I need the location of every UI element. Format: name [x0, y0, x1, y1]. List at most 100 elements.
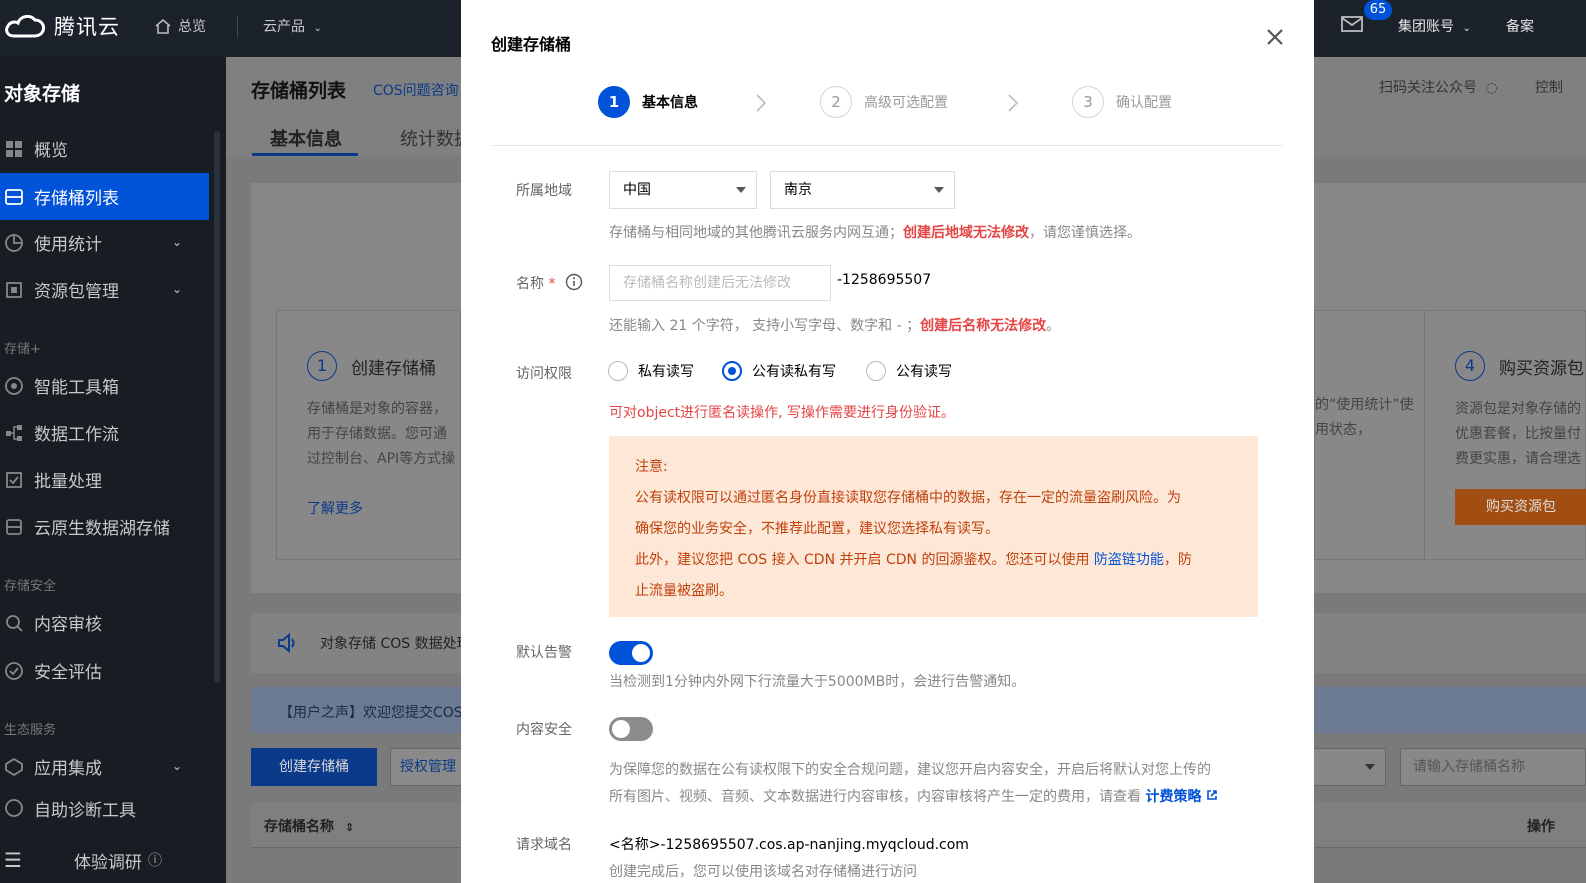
qr-follow-link[interactable]: 扫码关注公众号 ◌ — [1379, 77, 1498, 97]
integration-icon — [5, 757, 23, 776]
warning-line: 公有读权限可以通过匿名身份直接读取您存储桶中的数据，存在一定的流量盗刷风险。为 — [635, 490, 1181, 506]
storage-icon — [6, 518, 22, 535]
wechat-icon: ◌ — [1485, 80, 1498, 96]
survey-label[interactable]: 体验调研 — [74, 848, 142, 873]
chevron-down-icon: ⌄ — [313, 23, 322, 34]
column-header-operation: 操作 — [1527, 819, 1555, 835]
sidebar-item-diagnostics[interactable]: 自助诊断工具 — [0, 790, 209, 826]
radio-circle-checked — [722, 361, 742, 381]
account-menu[interactable]: 集团账号 ⌄ — [1398, 16, 1471, 36]
sidebar-item-usage-stats[interactable]: 使用统计 ⌄ — [0, 219, 209, 266]
learn-more-link[interactable]: 了解更多 — [307, 498, 363, 518]
region-hint-warning: 创建后地域无法修改 — [903, 225, 1029, 241]
name-label: 名称 * — [516, 273, 555, 293]
region-hint-suffix: ，请您谨慎选择。 — [1029, 225, 1141, 241]
guide-step-buy: 4 购买资源包 资源包是对象存储的优惠套餐，比按量付费更实惠，请合理选购。 购买… — [1424, 310, 1586, 560]
info-icon[interactable] — [565, 273, 583, 291]
sidebar-group-storage-plus: 存储+ — [4, 342, 41, 357]
sidebar-item-data-workflow[interactable]: 数据工作流 — [0, 409, 209, 456]
access-red-hint: 可对object进行匿名读操作, 写操作需要进行身份验证。 — [609, 405, 956, 421]
sidebar-item-batch[interactable]: 批量处理 — [0, 456, 209, 503]
radio-private-rw[interactable]: 私有读写 — [608, 361, 694, 381]
sidebar-item-security-assessment[interactable]: 安全评估 — [0, 647, 209, 694]
warning-line: 确保您的业务安全，不推荐此配置，建议您选择私有读写。 — [635, 521, 999, 537]
nav-products[interactable]: 云产品 ⌄ — [263, 16, 322, 36]
bucket-name-input[interactable]: 存储桶名称创建后无法修改 — [609, 265, 831, 301]
step-label: 基本信息 — [642, 95, 698, 111]
mail-icon — [1341, 16, 1363, 32]
beian-link[interactable]: 备案 — [1506, 16, 1534, 36]
caret-down-icon — [1365, 764, 1375, 770]
modal-divider — [491, 145, 1283, 146]
console-link[interactable]: 控制 — [1535, 77, 1563, 97]
billing-policy-link[interactable]: 计费策略 — [1145, 789, 1218, 805]
sidebar-item-label: 安全评估 — [34, 663, 102, 683]
close-icon[interactable] — [1264, 26, 1286, 48]
sidebar-scrollbar[interactable] — [214, 131, 220, 683]
sidebar-item-app-integration[interactable]: 应用集成 ⌄ — [0, 743, 209, 790]
caret-down-icon — [736, 187, 746, 193]
chevron-down-icon: ⌄ — [172, 235, 183, 249]
chevron-down-icon: ⌄ — [172, 759, 183, 773]
sidebar: 对象存储 概览 存储桶列表 使用统计 ⌄ 资源包管理 ⌄ 存储+ 智能工具箱 数… — [0, 57, 226, 883]
qr-follow-label: 扫码关注公众号 — [1379, 80, 1477, 96]
step-number: 2 — [820, 86, 852, 118]
step-confirm: 3 确认配置 — [1072, 86, 1172, 118]
column-header-name[interactable]: 存储桶名称 ⇕ — [264, 816, 354, 836]
sidebar-item-overview[interactable]: 概览 — [0, 125, 209, 172]
workflow-icon — [6, 424, 22, 441]
column-header-label: 存储桶名称 — [264, 819, 334, 835]
sidebar-item-label: 使用统计 — [34, 235, 102, 255]
sidebar-item-bucket-list[interactable]: 存储桶列表 — [0, 173, 209, 220]
step-number: 1 — [598, 86, 630, 118]
bucket-search-input[interactable]: 请输入存储桶名称 — [1400, 748, 1586, 786]
nav-home[interactable]: 总览 — [154, 16, 206, 36]
notice-text: 对象存储 COS 数据处理 — [320, 636, 471, 652]
content-security-label: 内容安全 — [516, 722, 572, 738]
speaker-icon — [277, 632, 299, 657]
sidebar-item-label: 资源包管理 — [34, 282, 119, 302]
tab-basic-info[interactable]: 基本信息 — [270, 125, 342, 151]
user-voice-text: 【用户之声】欢迎您提交COS — [279, 705, 463, 721]
city-value: 南京 — [784, 182, 812, 198]
shield-check-icon — [5, 661, 23, 680]
city-select[interactable]: 南京 — [770, 171, 955, 209]
alarm-toggle[interactable] — [609, 641, 653, 665]
sidebar-item-content-review[interactable]: 内容审核 — [0, 599, 209, 646]
content-hint-line-2: 所有图片、视频、音频、文本数据进行内容审核，内容审核将产生一定的费用，请查看 计… — [609, 784, 1269, 811]
warning-text: ，防 — [1163, 552, 1192, 568]
sidebar-item-label: 云原生数据湖存储 — [34, 519, 170, 539]
sidebar-item-label: 存储桶列表 — [34, 189, 119, 209]
sidebar-item-resource-package[interactable]: 资源包管理 ⌄ — [0, 266, 209, 313]
radio-public-rw[interactable]: 公有读写 — [866, 361, 952, 381]
diagnostics-icon — [5, 799, 23, 817]
mail-count-badge: 65 — [1364, 0, 1392, 20]
sidebar-bottom: ☰ 体验调研 ⓘ — [0, 837, 226, 883]
radio-label: 公有读写 — [896, 364, 952, 380]
tencent-cloud-logo[interactable]: 腾讯云 — [4, 10, 120, 42]
search-icon — [6, 614, 23, 632]
help-circle-icon: ⓘ — [147, 853, 162, 869]
radio-public-read-private-write[interactable]: 公有读私有写 — [722, 361, 836, 381]
sort-icon: ⇕ — [344, 821, 355, 834]
sidebar-item-data-lake[interactable]: 云原生数据湖存储 — [0, 503, 209, 550]
warning-line: 止流量被盗刷。 — [635, 583, 733, 599]
create-bucket-button[interactable]: 创建存储桶 — [251, 748, 377, 786]
country-value: 中国 — [623, 182, 651, 198]
hotlink-protection-link[interactable]: 防盗链功能 — [1094, 552, 1164, 568]
access-label: 访问权限 — [516, 366, 572, 382]
radio-circle — [608, 361, 628, 381]
sidebar-item-label: 概览 — [34, 141, 68, 161]
collapse-menu-icon[interactable]: ☰ — [4, 848, 22, 872]
radio-label: 公有读私有写 — [752, 364, 836, 380]
buy-package-button[interactable]: 购买资源包 — [1455, 489, 1586, 525]
mail-button[interactable] — [1340, 14, 1364, 38]
sidebar-group-storage-security: 存储安全 — [4, 579, 57, 594]
country-select[interactable]: 中国 — [609, 171, 757, 209]
billing-policy-label: 计费策略 — [1145, 789, 1202, 805]
content-security-toggle[interactable] — [609, 717, 653, 741]
cos-faq-link[interactable]: COS问题咨询 — [373, 80, 459, 100]
sidebar-item-smart-toolbox[interactable]: 智能工具箱 — [0, 362, 209, 409]
guide-step-title: 创建存储桶 — [351, 358, 436, 379]
auth-manage-button[interactable]: 授权管理 — [390, 748, 466, 786]
